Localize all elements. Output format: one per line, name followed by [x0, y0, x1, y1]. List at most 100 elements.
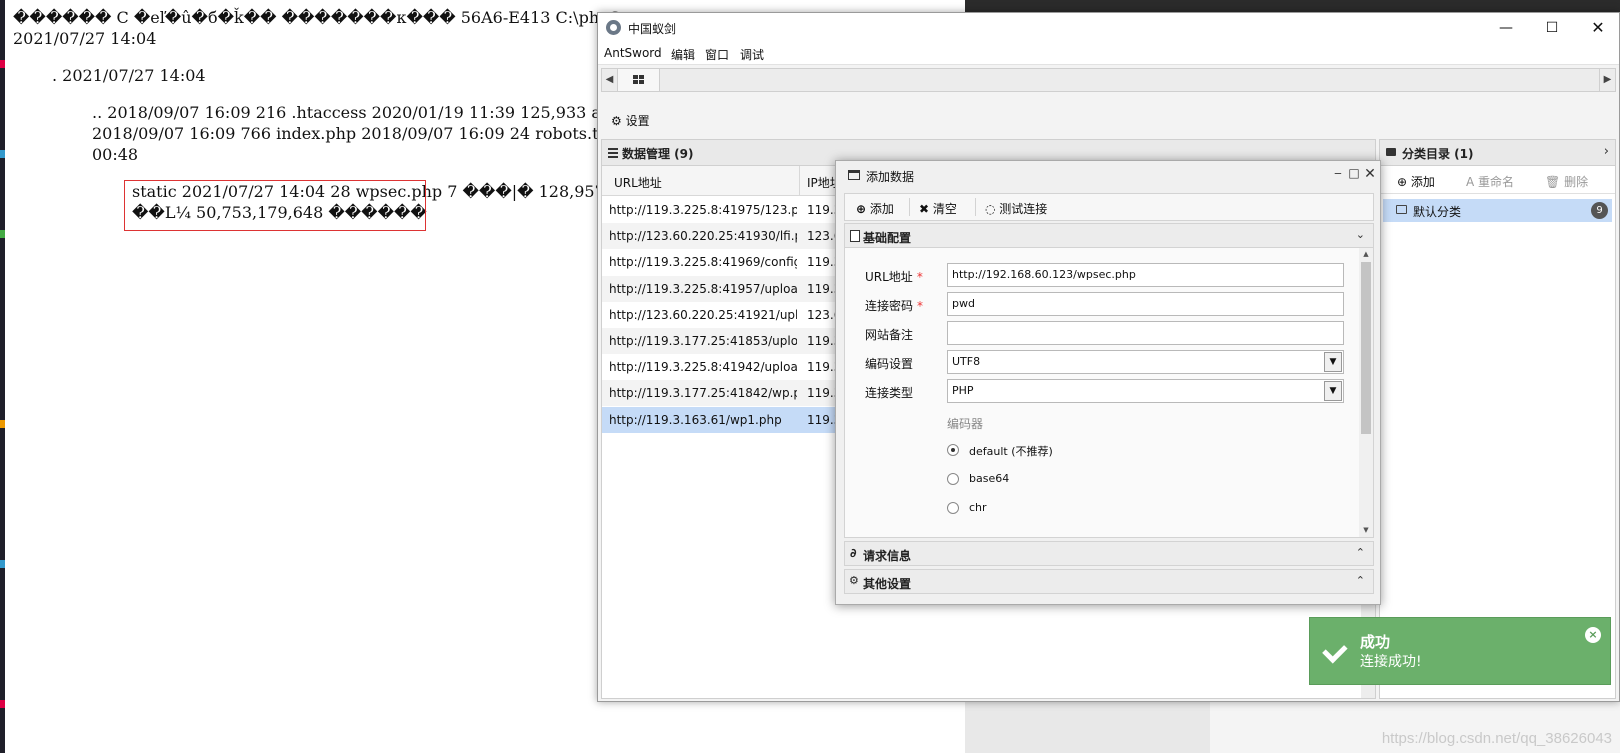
document-icon — [850, 230, 860, 242]
dialog-minimize-button[interactable]: ‒ — [1331, 166, 1345, 182]
listing-line: .. 2018/09/07 16:09 216 .htaccess 2020/0… — [92, 103, 637, 122]
column-divider[interactable] — [799, 166, 800, 196]
settings-button[interactable]: ⚙ 设置 — [611, 112, 650, 129]
menu-window[interactable]: 窗口 — [705, 46, 729, 63]
add-button[interactable]: ⊕ 添加 — [856, 200, 894, 217]
menu-debug[interactable]: 调试 — [740, 46, 764, 63]
row-url: http://119.3.225.8:41942/uploads — [609, 360, 797, 375]
scroll-up-icon[interactable]: ▲ — [1361, 250, 1371, 258]
clear-button-label: 清空 — [932, 202, 957, 216]
highlight-box — [124, 180, 426, 231]
menu-antsword[interactable]: AntSword — [604, 46, 662, 60]
folder-open-icon — [1396, 205, 1407, 214]
form-scrollbar[interactable]: ▲ ▼ — [1359, 248, 1373, 537]
row-url: http://119.3.225.8:41975/123.php — [609, 203, 797, 217]
window-icon — [848, 170, 860, 180]
dialog-title-bar[interactable]: 添加数据 ‒ □ ✕ — [836, 161, 1380, 189]
row-url: http://119.3.177.25:41842/wp.php — [609, 386, 797, 401]
encoding-select[interactable]: UTF8 ▼ — [947, 350, 1344, 374]
background-panel — [965, 700, 1210, 753]
category-add-label: 添加 — [1410, 175, 1435, 189]
toolbar-divider — [909, 198, 910, 216]
request-info-section-header[interactable]: ∂ 请求信息 ⌃ — [844, 541, 1374, 566]
toolbar-divider — [975, 198, 976, 216]
basic-config-section-header[interactable]: 基础配置 ⌄ — [844, 223, 1374, 248]
row-url: http://119.3.177.25:41853/uploac — [609, 334, 797, 348]
cogs-icon: ⚙ — [849, 574, 859, 587]
radio-icon[interactable] — [947, 502, 959, 514]
password-label-text: 连接密码 — [865, 299, 914, 313]
tab-scroll-left-icon[interactable]: ◀ — [602, 69, 618, 91]
minimize-button[interactable]: — — [1483, 13, 1529, 43]
note-input[interactable] — [947, 321, 1344, 345]
expand-icon[interactable]: › — [1604, 144, 1609, 159]
category-item-default[interactable]: 默认分类 9 — [1383, 199, 1612, 222]
tab-scroll-right-icon[interactable]: ▶ — [1599, 69, 1615, 91]
chevron-up-icon[interactable]: ⌃ — [1356, 546, 1365, 559]
url-label-text: URL地址 — [865, 270, 913, 284]
url-input[interactable]: http://192.168.60.123/wpsec.php — [947, 263, 1344, 287]
password-label: 连接密码 * — [865, 297, 923, 314]
antsword-logo-icon — [606, 20, 621, 35]
row-url: http://119.3.225.8:41969/config/p — [609, 255, 797, 270]
other-settings-section-header[interactable]: ⚙ 其他设置 ⌃ — [844, 569, 1374, 594]
data-panel-title: 数据管理 (9) — [622, 147, 694, 161]
type-value: PHP — [952, 384, 974, 397]
grid-icon — [633, 75, 644, 85]
chevron-up-icon[interactable]: ⌃ — [1356, 574, 1365, 587]
chevron-down-icon[interactable]: ▼ — [1324, 352, 1342, 372]
close-button[interactable]: ✕ — [1575, 13, 1620, 43]
category-panel: 分类目录 (1) › ⊕ 添加 A 重命名 🗑 删除 默认分类 9 — [1379, 139, 1616, 699]
title-bar[interactable]: 中国蚁剑 — ☐ ✕ — [598, 13, 1619, 43]
required-marker: * — [917, 299, 924, 313]
type-select[interactable]: PHP ▼ — [947, 379, 1344, 403]
test-connection-button[interactable]: ◌ 测试连接 — [985, 200, 1047, 217]
tab-home[interactable] — [618, 69, 660, 91]
category-add-button[interactable]: ⊕ 添加 — [1397, 173, 1435, 190]
watermark: https://blog.csdn.net/qq_38626043 — [1381, 730, 1612, 747]
basic-config-form: URL地址 * http://192.168.60.123/wpsec.php 连… — [844, 248, 1374, 538]
background-dark-strip — [965, 0, 1620, 12]
chevron-down-icon[interactable]: ⌄ — [1356, 228, 1365, 241]
row-url: http://119.3.163.61/wp1.php — [609, 412, 782, 427]
category-item-label: 默认分类 — [1413, 205, 1462, 219]
strip-mark — [0, 560, 5, 568]
row-url: http://119.3.225.8:41957/uploads — [609, 281, 797, 296]
scroll-down-icon[interactable]: ▼ — [1361, 526, 1371, 534]
encoding-value: UTF8 — [952, 355, 981, 368]
dialog-title: 添加数据 — [866, 170, 915, 184]
window-title: 中国蚁剑 — [628, 22, 677, 36]
radio-checked-icon[interactable] — [947, 444, 959, 456]
category-delete-button[interactable]: 🗑 删除 — [1545, 173, 1588, 190]
category-header: 分类目录 (1) › — [1380, 140, 1615, 166]
encoder-option-label: chr — [969, 501, 987, 514]
required-marker: * — [916, 270, 923, 284]
category-count-badge: 9 — [1591, 202, 1608, 219]
dialog-close-button[interactable]: ✕ — [1363, 166, 1377, 182]
scrollbar-thumb[interactable] — [1361, 262, 1371, 434]
settings-bar: ⚙ 设置 — [601, 95, 1616, 145]
category-delete-label: 删除 — [1564, 175, 1589, 189]
dialog-toolbar: ⊕ 添加 ✖ 清空 ◌ 测试连接 — [844, 193, 1374, 221]
clear-button[interactable]: ✖ 清空 — [919, 200, 957, 217]
menu-bar: AntSword 编辑 窗口 调试 — [598, 43, 1619, 65]
toast-close-icon[interactable]: × — [1585, 627, 1601, 643]
menu-edit[interactable]: 编辑 — [671, 46, 695, 63]
column-url[interactable]: URL地址 — [614, 174, 662, 191]
password-input[interactable]: pwd — [947, 292, 1344, 316]
strip-mark — [0, 420, 5, 428]
folder-icon — [1386, 148, 1396, 156]
chevron-down-icon[interactable]: ▼ — [1324, 381, 1342, 401]
category-rename-button[interactable]: A 重命名 — [1466, 173, 1514, 190]
dialog-maximize-button[interactable]: □ — [1347, 166, 1361, 182]
row-url: http://123.60.220.25:41921/uploa — [609, 307, 797, 322]
radio-icon[interactable] — [947, 473, 959, 485]
maximize-button[interactable]: ☐ — [1529, 13, 1575, 43]
note-label: 网站备注 — [865, 328, 914, 342]
taskbar-strip — [0, 0, 5, 753]
toast-message: 连接成功! — [1360, 654, 1422, 670]
basic-config-title: 基础配置 — [863, 231, 912, 245]
type-label: 连接类型 — [865, 386, 914, 400]
add-button-label: 添加 — [869, 202, 894, 216]
test-connection-label: 测试连接 — [999, 202, 1048, 216]
